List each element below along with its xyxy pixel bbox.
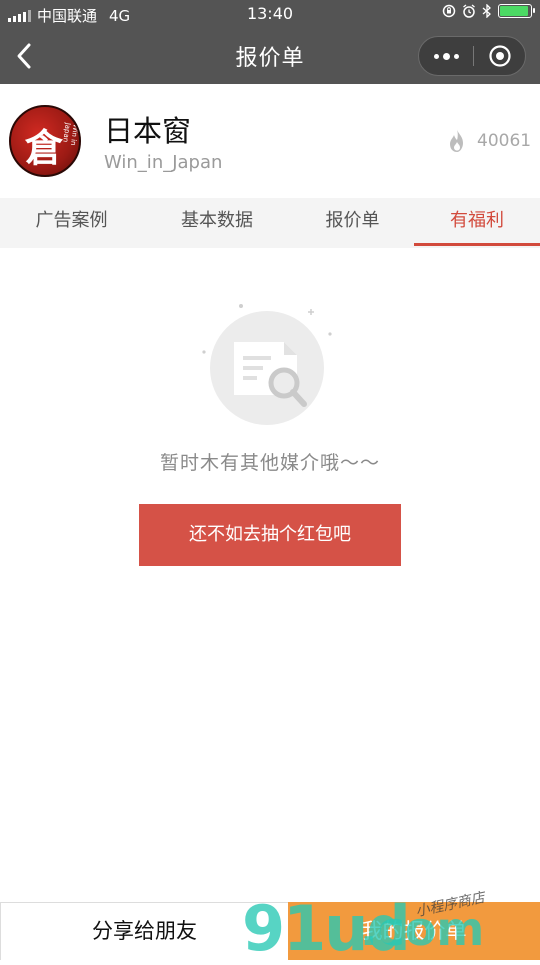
more-dot-icon (453, 53, 459, 59)
battery-icon (498, 4, 535, 18)
back-button[interactable] (8, 36, 48, 76)
nav-bar: 报价单 (0, 28, 540, 84)
more-dot-icon (442, 52, 450, 60)
tab-basic-data[interactable]: 基本数据 (143, 198, 291, 248)
share-to-friend-button[interactable]: 分享给朋友 (0, 902, 288, 960)
chevron-left-icon (17, 43, 31, 69)
profile-name: 日本窗 (104, 114, 192, 148)
status-bar: 中国联通 4G 13:40 (0, 0, 540, 28)
alarm-icon (463, 4, 475, 18)
media-profile-header: 倉 Win in Japan 日本窗 Win_in_Japan 40061 (0, 84, 540, 198)
flame-icon (450, 129, 463, 152)
tab-benefits[interactable]: 有福利 (414, 198, 540, 248)
mini-program-capsule (418, 36, 526, 76)
orientation-lock-icon (442, 4, 456, 18)
more-button[interactable] (419, 37, 473, 75)
my-quote-button[interactable]: 我的报价单 (288, 902, 540, 960)
tab-ad-cases[interactable]: 广告案例 (0, 198, 143, 248)
brand-logo: 倉 Win in Japan (9, 105, 81, 177)
empty-document-search-icon (202, 304, 332, 425)
draw-red-packet-button[interactable]: 还不如去抽个红包吧 (139, 504, 401, 566)
status-right (442, 4, 535, 18)
empty-state-message: 暂时木有其他媒介哦～～ (159, 452, 380, 474)
more-dot-icon (433, 53, 439, 59)
target-close-icon (489, 45, 511, 67)
profile-handle: Win_in_Japan (104, 152, 223, 173)
tab-bar: 广告案例 基本数据 报价单 有福利 (0, 198, 540, 248)
close-mini-program-button[interactable] (474, 37, 526, 75)
tab-quote[interactable]: 报价单 (291, 198, 414, 248)
popularity-count: 40061 (477, 131, 532, 151)
bottom-action-bar: 分享给朋友 我的报价单 (0, 902, 540, 960)
bluetooth-icon (482, 4, 491, 18)
